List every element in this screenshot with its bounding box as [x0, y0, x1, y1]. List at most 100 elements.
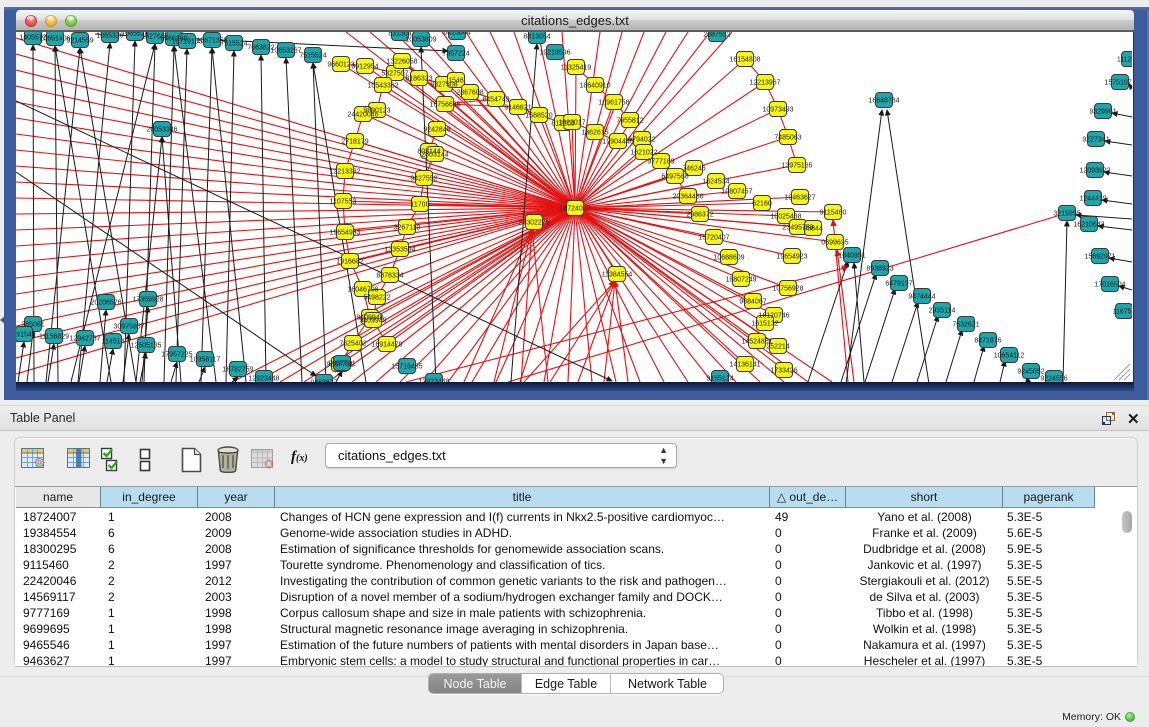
svg-text:16648784: 16648784 [868, 98, 899, 105]
svg-text:3912954: 3912954 [351, 64, 378, 71]
svg-text:385081: 385081 [21, 322, 44, 329]
svg-text:9146821: 9146821 [504, 105, 531, 112]
svg-text:7955812: 7955812 [616, 118, 643, 125]
svg-text:6497568: 6497568 [661, 174, 688, 181]
svg-text:3215955: 3215955 [1053, 211, 1080, 218]
svg-text:20364436: 20364436 [672, 194, 703, 201]
svg-text:1546: 1546 [448, 78, 464, 85]
svg-text:16210643: 16210643 [1073, 222, 1104, 229]
svg-text:1107553: 1107553 [330, 199, 357, 206]
svg-text:19654923: 19654923 [776, 254, 807, 261]
svg-text:18640910: 18640910 [579, 83, 610, 90]
svg-text:20053346: 20053346 [146, 127, 177, 134]
svg-text:9329961: 9329961 [1089, 109, 1116, 116]
svg-text:9245052: 9245052 [1017, 369, 1044, 376]
svg-text:2986372: 2986372 [686, 212, 713, 219]
svg-text:2803144: 2803144 [421, 152, 448, 159]
svg-text:10025438: 10025438 [770, 214, 801, 221]
svg-text:15720407: 15720407 [698, 235, 729, 242]
svg-text:1916682: 1916682 [336, 259, 363, 266]
svg-text:5498222: 5498222 [363, 295, 390, 302]
svg-text:9409949: 9409949 [359, 318, 386, 325]
svg-text:10653267: 10653267 [270, 48, 301, 55]
svg-text:8813054: 8813054 [523, 34, 550, 41]
svg-text:13226058: 13226058 [386, 59, 417, 66]
svg-text:10961758: 10961758 [598, 100, 629, 107]
svg-text:1588520: 1588520 [525, 113, 552, 120]
svg-text:17957225: 17957225 [161, 352, 192, 359]
svg-text:1640951: 1640951 [838, 253, 865, 260]
svg-text:6794022: 6794022 [628, 137, 655, 144]
svg-text:1065326: 1065326 [96, 33, 123, 40]
svg-text:12093822: 12093822 [1079, 168, 1110, 175]
svg-text:95844: 95844 [803, 226, 823, 233]
svg-text:15716485: 15716485 [391, 364, 422, 371]
svg-text:30975857: 30975857 [113, 324, 144, 331]
svg-text:15751074: 15751074 [1104, 80, 1132, 87]
svg-text:9777169: 9777169 [647, 159, 674, 166]
svg-text:7357224: 7357224 [442, 51, 469, 58]
svg-text:11384554: 11384554 [602, 272, 633, 279]
svg-text:1733426: 1733426 [770, 368, 797, 375]
svg-text:10053809: 10053809 [405, 37, 436, 44]
svg-text:7485063: 7485063 [774, 135, 801, 142]
svg-text:8186323: 8186323 [405, 76, 432, 83]
svg-text:12213382: 12213382 [329, 169, 360, 176]
svg-text:10756928: 10756928 [772, 286, 803, 293]
svg-text:9427552: 9427552 [410, 176, 437, 183]
svg-text:2867608: 2867608 [456, 90, 483, 97]
svg-text:9474444: 9474444 [908, 294, 935, 301]
svg-text:16120746: 16120746 [758, 313, 789, 320]
svg-text:8415044: 8415044 [443, 32, 470, 37]
svg-text:6479197: 6479197 [885, 281, 912, 288]
svg-text:12942737: 12942737 [69, 336, 100, 343]
svg-text:11325419: 11325419 [561, 65, 592, 72]
svg-text:10958117: 10958117 [190, 357, 221, 364]
svg-text:18724007: 18724007 [559, 206, 590, 213]
svg-text:8938923: 8938923 [866, 266, 893, 273]
svg-text:16756685: 16756685 [429, 102, 460, 109]
svg-text:1615132: 1615132 [751, 321, 778, 328]
svg-text:1112004: 1112004 [1117, 57, 1132, 64]
svg-text:8471876: 8471876 [974, 338, 1001, 345]
svg-text:24420046: 24420046 [347, 112, 378, 119]
svg-text:9684067: 9684067 [739, 299, 766, 306]
svg-text:0699695: 0699695 [821, 240, 848, 247]
svg-text:13975165: 13975165 [781, 163, 812, 170]
svg-text:1621022: 1621022 [630, 150, 657, 157]
svg-text:12213967: 12213967 [749, 80, 780, 87]
svg-text:14136141: 14136141 [729, 362, 760, 369]
svg-text:1244419: 1244419 [1079, 196, 1106, 203]
svg-text:1624534: 1624534 [702, 179, 729, 186]
svg-text:7515524: 7515524 [220, 41, 247, 48]
svg-text:1322017: 1322017 [558, 120, 585, 127]
svg-text:8878334: 8878334 [376, 273, 403, 280]
svg-text:9227341: 9227341 [1082, 137, 1109, 144]
svg-text:2935114: 2935114 [929, 308, 956, 315]
svg-text:19654933: 19654933 [329, 230, 360, 237]
svg-text:17016504: 17016504 [1094, 282, 1125, 289]
svg-text:10543362: 10543362 [367, 83, 398, 90]
svg-text:10807457: 10807457 [721, 189, 752, 196]
svg-text:2687652: 2687652 [703, 32, 730, 39]
svg-text:9214559: 9214559 [66, 38, 93, 45]
svg-text:2718179: 2718179 [341, 139, 368, 146]
svg-text:10973493: 10973493 [762, 107, 793, 114]
svg-text:746246: 746246 [682, 166, 705, 173]
svg-text:9242848: 9242848 [423, 127, 450, 134]
svg-text:7625402: 7625402 [339, 341, 366, 348]
svg-text:252214: 252214 [766, 344, 789, 351]
svg-text:1362615: 1362615 [581, 130, 608, 137]
svg-text:7632621: 7632621 [952, 322, 979, 329]
svg-text:11156829: 11156829 [39, 334, 69, 341]
svg-text:16046708: 16046708 [347, 287, 378, 294]
svg-text:12505135: 12505135 [130, 343, 161, 350]
svg-text:13353594: 13353594 [384, 247, 415, 254]
svg-text:391549: 391549 [16, 332, 36, 339]
svg-text:16154808: 16154808 [729, 57, 760, 64]
svg-text:19463627: 19463627 [784, 195, 815, 202]
svg-text:19218596: 19218596 [539, 50, 570, 57]
svg-text:9115460: 9115460 [820, 210, 847, 217]
svg-text:7515524: 7515524 [299, 53, 326, 60]
svg-text:114514: 114514 [102, 339, 125, 346]
